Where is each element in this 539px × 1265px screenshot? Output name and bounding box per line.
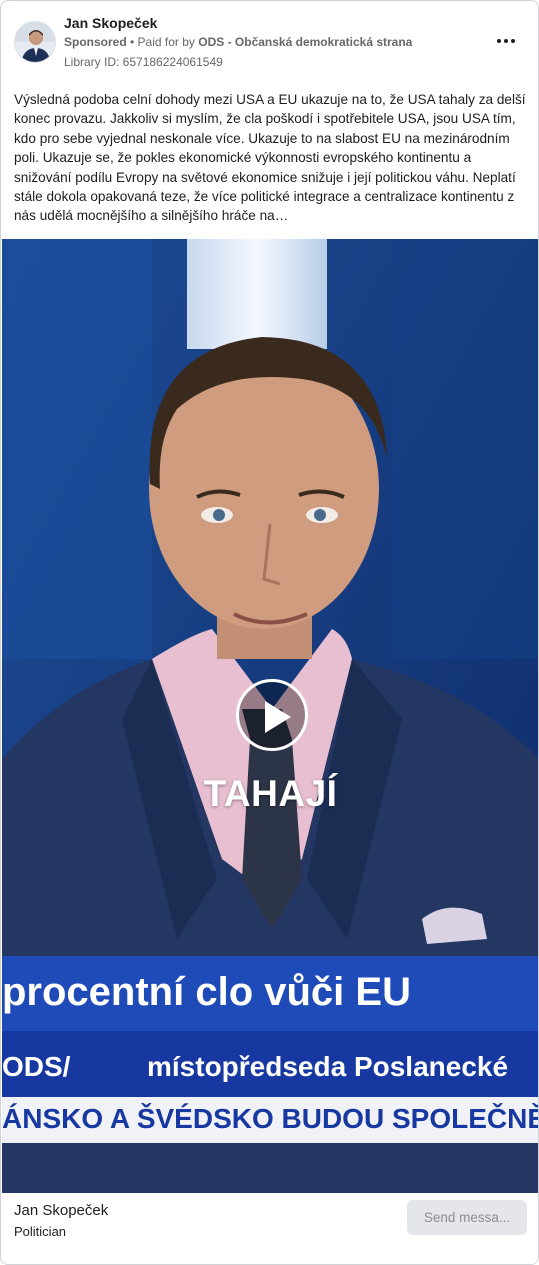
more-options-icon[interactable]: [496, 31, 516, 51]
video-caption: TAHAJÍ: [203, 773, 338, 814]
play-icon[interactable]: [236, 679, 308, 751]
sponsored-label: Sponsored: [64, 35, 127, 49]
send-message-button[interactable]: Send messa...: [407, 1200, 527, 1235]
paid-for-prefix: • Paid for by: [126, 35, 199, 49]
advertiser-avatar[interactable]: [14, 21, 56, 63]
ad-body-text: Výsledná podoba celní dohody mezi USA a …: [14, 92, 526, 224]
ad-footer: Jan Skopeček Politician Send messa...: [1, 1193, 538, 1264]
tv-name-banner: ODS/ místopředseda Poslanecké: [2, 1031, 538, 1097]
tv-ticker-banner: ÁNSKO A ŠVÉDSKO BUDOU SPOLEČNĚ F: [2, 1097, 539, 1143]
footer-page-category: Politician: [14, 1224, 67, 1239]
video-player[interactable]: TAHAJÍ procentní clo vůči EU ODS/ místop…: [2, 239, 539, 1193]
tv-headline: procentní clo vůči EU: [2, 970, 411, 1014]
tv-ticker: ÁNSKO A ŠVÉDSKO BUDOU SPOLEČNĚ F: [2, 1103, 539, 1134]
tv-party: ODS/: [2, 1051, 71, 1082]
tv-role: místopředseda Poslanecké: [147, 1051, 509, 1082]
avatar-image: [15, 22, 55, 62]
footer-page-name[interactable]: Jan Skopeček: [14, 1202, 108, 1219]
library-id: Library ID: 657186224061549: [64, 55, 223, 69]
ad-card: Jan Skopeček Sponsored • Paid for by ODS…: [0, 0, 539, 1265]
sponsored-meta: Sponsored • Paid for by ODS - Občanská d…: [64, 35, 412, 49]
advertiser-name[interactable]: Jan Skopeček: [64, 15, 157, 31]
ad-header: Jan Skopeček Sponsored • Paid for by ODS…: [1, 1, 538, 79]
tv-headline-banner: procentní clo vůči EU: [2, 956, 538, 1031]
paid-for-by[interactable]: ODS - Občanská demokratická strana: [198, 35, 412, 49]
